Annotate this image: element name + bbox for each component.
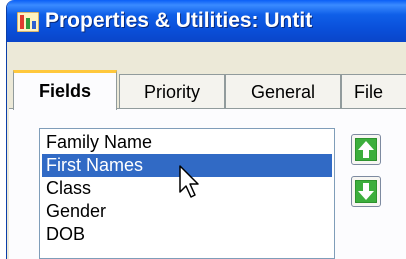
list-item-family-name[interactable]: Family Name [42, 131, 332, 154]
list-item-dob[interactable]: DOB [42, 223, 332, 246]
list-item-gender[interactable]: Gender [42, 200, 332, 223]
move-down-button[interactable] [351, 176, 381, 207]
tab-priority[interactable]: Priority [119, 74, 225, 108]
tab-fields[interactable]: Fields [13, 70, 117, 110]
tab-file[interactable]: File [341, 74, 406, 108]
move-up-button[interactable] [351, 134, 381, 165]
tab-general[interactable]: General [225, 74, 341, 108]
arrow-up-icon [355, 138, 377, 161]
properties-window: Properties & Utilities: Untit Fields Pri… [6, 0, 406, 259]
mouse-cursor-icon [179, 165, 199, 198]
arrow-down-icon [355, 180, 377, 203]
